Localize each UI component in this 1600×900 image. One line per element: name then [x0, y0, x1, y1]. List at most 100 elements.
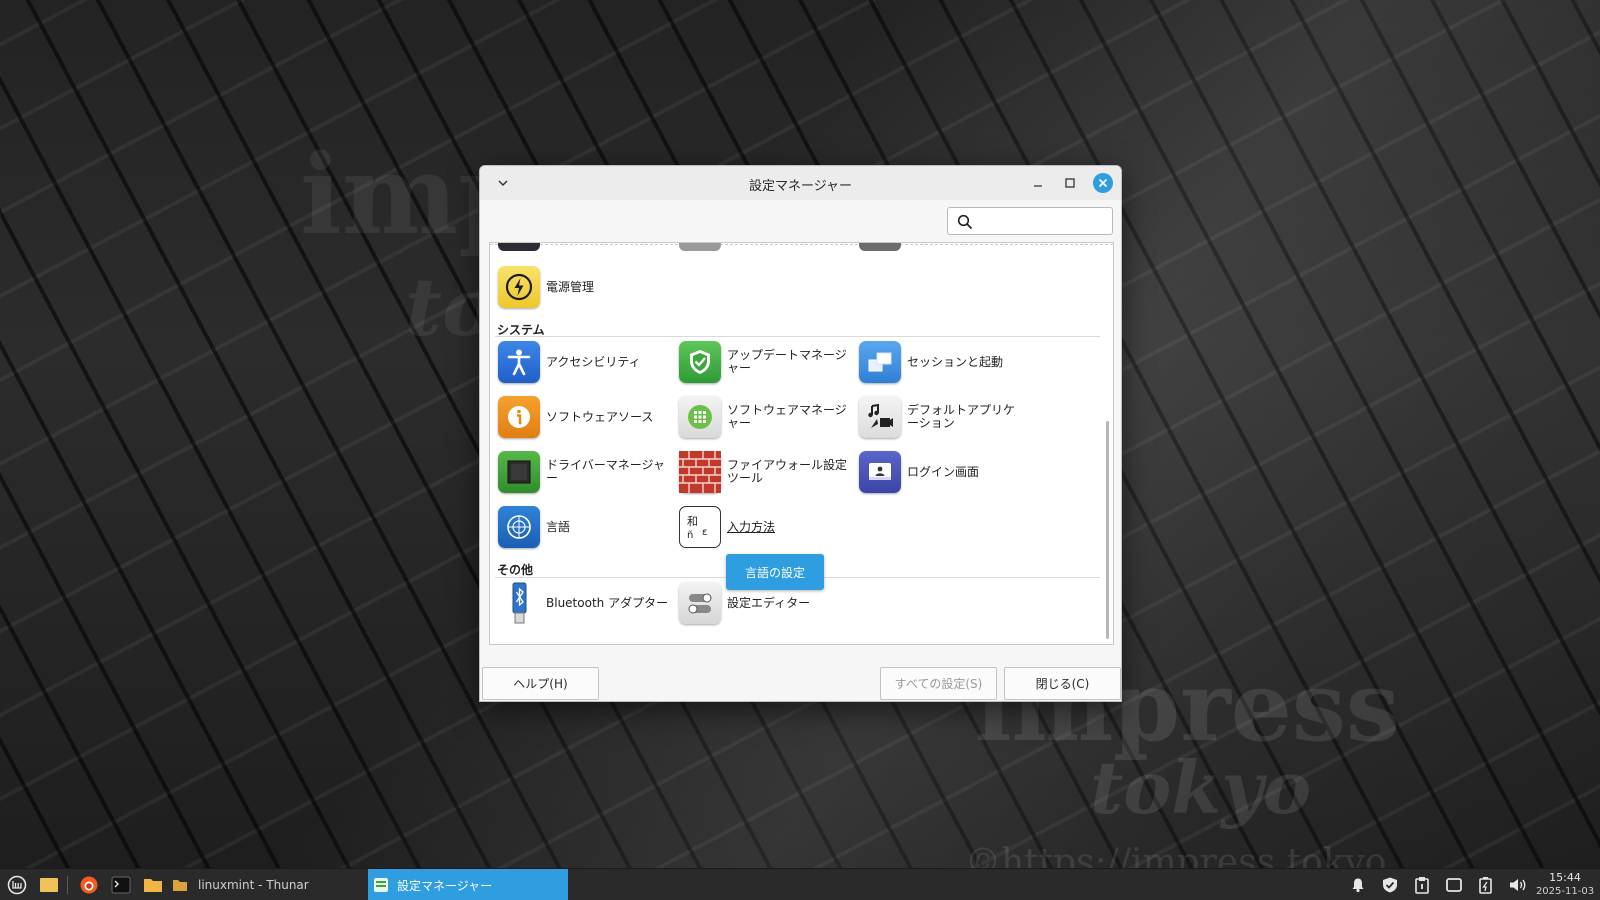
- item-language[interactable]: 言語: [498, 505, 666, 549]
- minimize-icon: [1034, 185, 1042, 187]
- all-settings-button[interactable]: すべての設定(S): [880, 667, 997, 700]
- item-session-startup[interactable]: セッションと起動: [859, 340, 1027, 384]
- search-icon: [957, 214, 973, 230]
- files-launcher[interactable]: [140, 869, 166, 900]
- clipboard-icon: [1415, 877, 1429, 894]
- firewall-icon: [679, 451, 721, 493]
- partial-item-icon: [859, 243, 901, 251]
- firefox-icon: [80, 876, 98, 894]
- globe-icon: [498, 506, 540, 548]
- item-firewall[interactable]: ファイアウォール設定ツール: [679, 450, 847, 494]
- workspace-tray[interactable]: [1442, 869, 1466, 900]
- item-label: ファイアウォール設定ツール: [727, 458, 848, 485]
- item-label: 電源管理: [546, 279, 595, 294]
- window-icon: [1446, 878, 1462, 892]
- battery-icon: [1479, 877, 1492, 894]
- terminal-launcher[interactable]: [108, 869, 134, 900]
- volume-tray[interactable]: [1506, 869, 1530, 900]
- item-power-manager[interactable]: 電源管理: [498, 265, 666, 309]
- bluetooth-icon: [498, 582, 540, 624]
- settings-icon: [374, 878, 388, 892]
- media-icon: [859, 396, 901, 438]
- clock-time: 15:44: [1549, 871, 1581, 884]
- firefox-launcher[interactable]: [76, 869, 102, 900]
- close-dialog-button[interactable]: 閉じる(C): [1004, 667, 1121, 700]
- item-label: アップデートマネージャー: [727, 348, 847, 375]
- minimize-button[interactable]: [1027, 172, 1049, 194]
- mint-logo-icon: [7, 875, 27, 895]
- info-icon: [498, 396, 540, 438]
- search-input[interactable]: [947, 207, 1113, 235]
- close-button[interactable]: [1092, 172, 1114, 194]
- item-software-sources[interactable]: ソフトウェアソース: [498, 395, 666, 439]
- clock[interactable]: 15:44 2025-11-03: [1530, 871, 1600, 899]
- item-label: ログイン画面: [907, 464, 980, 479]
- login-icon: [859, 451, 901, 493]
- terminal-icon: [111, 876, 131, 894]
- title-bar[interactable]: 設定マネージャー: [480, 166, 1121, 200]
- app-grid-icon: [679, 396, 721, 438]
- partial-item-icon: [498, 243, 540, 251]
- partial-item-icon: [679, 243, 721, 251]
- svg-text:ε: ε: [702, 527, 707, 538]
- item-label: 設定エディター: [727, 595, 811, 610]
- item-default-applications[interactable]: デフォルトアプリケーション: [859, 395, 1027, 439]
- scrollbar[interactable]: [1106, 421, 1109, 639]
- speaker-icon: [1510, 879, 1526, 891]
- task-label: linuxmint - Thunar: [198, 878, 309, 892]
- update-manager-tray[interactable]: [1378, 869, 1402, 900]
- item-label: 入力方法: [727, 519, 776, 534]
- item-driver-manager[interactable]: ドライバーマネージャー: [498, 450, 666, 494]
- item-label: Bluetooth アダプター: [546, 595, 669, 610]
- taskbar: linuxmint - Thunar 設定マネージャー 15:44 2025-1…: [0, 868, 1600, 900]
- item-label: 言語: [546, 519, 571, 534]
- item-label: ソフトウェアソース: [546, 409, 654, 424]
- folder-icon: [144, 879, 162, 892]
- toggle-switch-icon: [679, 582, 721, 624]
- help-button[interactable]: ヘルプ(H): [482, 667, 599, 700]
- divider: [490, 244, 1113, 245]
- window-title: 設定マネージャー: [748, 179, 853, 194]
- bell-icon: [1352, 878, 1364, 893]
- power-tray[interactable]: [1474, 869, 1498, 900]
- item-bluetooth-adapter[interactable]: Bluetooth アダプター: [498, 581, 676, 625]
- item-label: アクセシビリティ: [546, 354, 641, 369]
- chip-icon: [498, 451, 540, 493]
- watermark-text: tokyo: [1090, 745, 1312, 830]
- folder-icon: [40, 878, 58, 892]
- settings-manager-window: 設定マネージャー 電源管理 システム アクセシビリティ アップデートマネージャー…: [479, 165, 1122, 702]
- clipboard-tray[interactable]: [1410, 869, 1434, 900]
- section-divider: [495, 336, 1100, 337]
- desktop-background: imp to impress tokyo ©https://impress.to…: [0, 0, 1600, 868]
- item-label: デフォルトアプリケーション: [907, 403, 1016, 430]
- svg-text:和: 和: [687, 515, 698, 528]
- show-desktop-button[interactable]: [36, 869, 62, 900]
- menu-button[interactable]: [4, 869, 30, 900]
- item-accessibility[interactable]: アクセシビリティ: [498, 340, 666, 384]
- power-icon: [498, 266, 540, 308]
- close-icon: [1093, 173, 1113, 193]
- input-method-icon: 和ñε: [679, 506, 721, 548]
- shield-icon: [1383, 877, 1397, 893]
- item-label: セッションと起動: [907, 354, 1004, 369]
- accessibility-icon: [498, 341, 540, 383]
- clock-date: 2025-11-03: [1535, 886, 1595, 897]
- item-software-manager[interactable]: ソフトウェアマネージャー: [679, 395, 847, 439]
- task-label: 設定マネージャー: [397, 878, 493, 893]
- item-label: ドライバーマネージャー: [546, 458, 665, 485]
- svg-text:ñ: ñ: [687, 530, 693, 541]
- item-label: ソフトウェアマネージャー: [727, 403, 847, 430]
- item-update-manager[interactable]: アップデートマネージャー: [679, 340, 847, 384]
- separator: [67, 876, 68, 894]
- item-input-method[interactable]: 和ñε 入力方法: [679, 505, 847, 549]
- section-title-other: その他: [497, 563, 534, 577]
- task-settings-manager[interactable]: 設定マネージャー: [368, 869, 568, 900]
- notifications-button[interactable]: [1346, 869, 1370, 900]
- session-icon: [859, 341, 901, 383]
- folder-icon: [173, 880, 187, 891]
- maximize-icon: [1065, 178, 1075, 188]
- maximize-button[interactable]: [1059, 172, 1081, 194]
- item-login-screen[interactable]: ログイン画面: [859, 450, 1027, 494]
- task-thunar[interactable]: linuxmint - Thunar: [168, 869, 364, 900]
- watermark-url: ©https://impress.tokyo: [965, 842, 1387, 868]
